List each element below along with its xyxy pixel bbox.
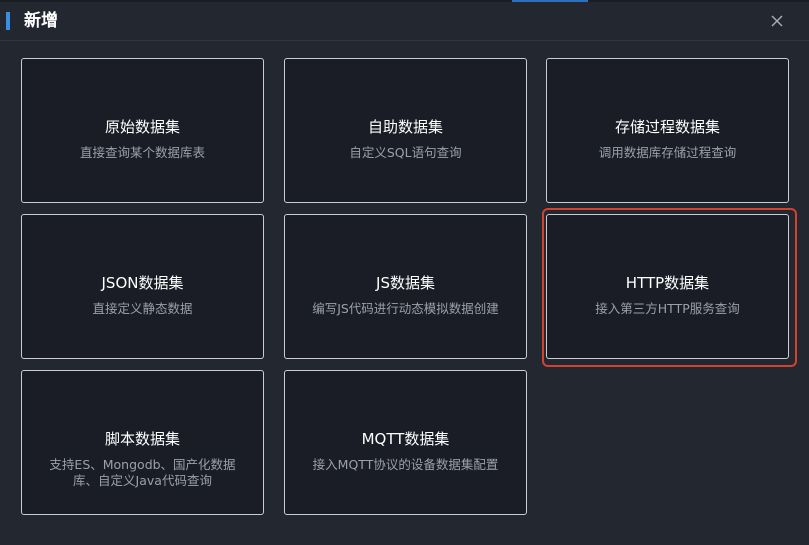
card-description: 编写JS代码进行动态模拟数据创建 [312,301,499,316]
add-dataset-dialog: 新增 原始数据集 直接查询某个数据库表 自助数据集 自定义SQL语句查询 存储过… [0,0,809,545]
card-title: 存储过程数据集 [614,118,720,136]
card-description: 直接定义静态数据 [92,301,193,316]
card-js-dataset[interactable]: JS数据集 编写JS代码进行动态模拟数据创建 [284,214,527,359]
title-accent-bar [6,12,10,30]
close-icon [771,15,783,27]
card-title: 自助数据集 [367,118,443,136]
card-description: 直接查询某个数据库表 [79,145,205,160]
card-title: HTTP数据集 [625,274,710,292]
card-title: JS数据集 [376,274,435,292]
card-stored-procedure-dataset[interactable]: 存储过程数据集 调用数据库存储过程查询 [546,58,789,203]
card-description: 接入第三方HTTP服务查询 [595,301,740,316]
card-title: 原始数据集 [104,118,180,136]
dialog-header: 新增 [0,2,809,41]
dialog-title: 新增 [24,11,58,31]
card-custom-sql-dataset[interactable]: 自助数据集 自定义SQL语句查询 [284,58,527,203]
card-title: JSON数据集 [101,274,184,292]
card-description: 自定义SQL语句查询 [349,145,462,160]
card-raw-dataset[interactable]: 原始数据集 直接查询某个数据库表 [21,58,264,203]
close-button[interactable] [766,10,788,32]
card-description: 支持ES、Mongodb、国产化数据库、自定义Java代码查询 [49,457,236,488]
card-title: 脚本数据集 [104,430,180,448]
card-script-dataset[interactable]: 脚本数据集 支持ES、Mongodb、国产化数据库、自定义Java代码查询 [21,370,264,515]
card-mqtt-dataset[interactable]: MQTT数据集 接入MQTT协议的设备数据集配置 [284,370,527,515]
card-description: 接入MQTT协议的设备数据集配置 [312,457,499,472]
card-title: MQTT数据集 [361,430,450,448]
card-json-dataset[interactable]: JSON数据集 直接定义静态数据 [21,214,264,359]
card-description: 调用数据库存储过程查询 [598,145,737,160]
card-http-dataset[interactable]: HTTP数据集 接入第三方HTTP服务查询 [546,214,789,359]
